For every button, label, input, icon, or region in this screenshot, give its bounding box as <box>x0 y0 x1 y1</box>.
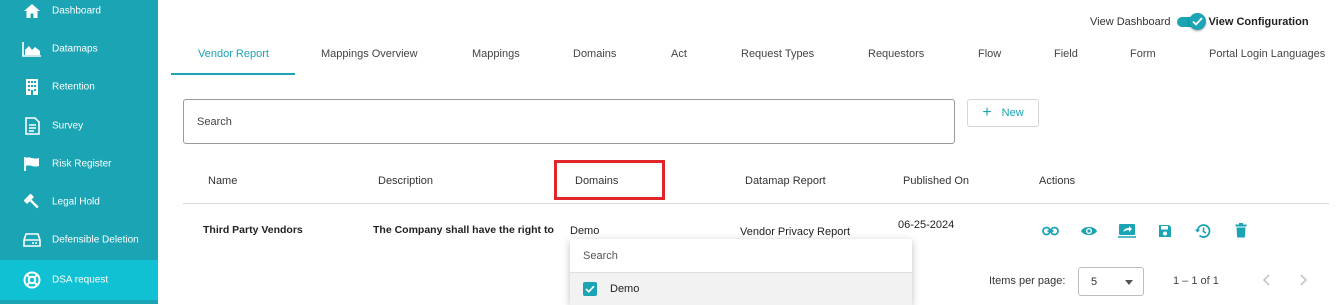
tab-mappings-overview[interactable]: Mappings Overview <box>321 48 418 60</box>
document-icon <box>22 117 42 135</box>
link-icon[interactable] <box>1041 221 1060 240</box>
eye-icon[interactable] <box>1079 221 1098 240</box>
column-header-actions: Actions <box>1039 175 1076 187</box>
domains-dropdown: Demo <box>570 239 912 305</box>
tab-act[interactable]: Act <box>671 48 687 60</box>
sidebar-item-survey[interactable]: Survey <box>0 107 158 145</box>
view-dashboard-label: View Dashboard <box>1090 16 1171 28</box>
check-icon <box>1188 13 1206 30</box>
caret-down-icon <box>1125 280 1133 285</box>
dropdown-search <box>570 239 912 273</box>
sidebar: Dashboard Datamaps Retention Survey Risk… <box>0 0 158 304</box>
sidebar-item-label: Retention <box>52 81 95 93</box>
search-input[interactable] <box>184 100 954 143</box>
sidebar-item-retention[interactable]: Retention <box>0 68 158 106</box>
drive-icon <box>22 231 42 249</box>
search-field <box>183 99 955 144</box>
column-header-datamap-report[interactable]: Datamap Report <box>745 175 826 187</box>
tab-request-types[interactable]: Request Types <box>741 48 814 60</box>
checkbox-checked-icon[interactable] <box>583 282 597 296</box>
view-configuration-label: View Configuration <box>1208 16 1309 28</box>
home-icon <box>22 2 42 20</box>
save-icon[interactable] <box>1155 221 1174 240</box>
building-icon <box>22 78 42 96</box>
tab-portal-login-languages[interactable]: Portal Login Languages <box>1209 48 1325 60</box>
sidebar-item-defensible-deletion[interactable]: Defensible Deletion <box>0 221 158 259</box>
gavel-icon <box>22 193 42 211</box>
sidebar-item-label: Datamaps <box>52 43 98 55</box>
share-screen-icon[interactable] <box>1117 221 1136 240</box>
cell-datamap-report: Vendor Privacy Report <box>740 226 851 238</box>
sidebar-item-datamaps[interactable]: Datamaps <box>0 30 158 68</box>
new-button[interactable]: + New <box>967 99 1039 127</box>
area-chart-icon <box>22 40 42 58</box>
tab-vendor-report[interactable]: Vendor Report <box>198 48 269 60</box>
sidebar-item-label: Defensible Deletion <box>52 234 139 246</box>
domains-header-highlight <box>554 160 665 200</box>
sidebar-item-label: DSA request <box>52 274 109 286</box>
tab-mappings[interactable]: Mappings <box>472 48 520 60</box>
sidebar-item-label: Survey <box>52 120 84 132</box>
tab-field[interactable]: Field <box>1054 48 1078 60</box>
cell-domains[interactable]: Demo <box>570 225 599 237</box>
column-header-published-on[interactable]: Published On <box>903 175 969 187</box>
sidebar-item-legal-hold[interactable]: Legal Hold <box>0 183 158 221</box>
cell-description: The Company shall have the right to <box>373 224 554 236</box>
chevron-right-icon[interactable] <box>1297 272 1311 288</box>
tab-flow[interactable]: Flow <box>978 48 1001 60</box>
view-toggle: View Dashboard View Configuration <box>1090 13 1309 30</box>
plus-icon: + <box>982 104 992 121</box>
sidebar-item-label: Dashboard <box>52 5 101 17</box>
sidebar-item-label: Legal Hold <box>52 196 100 208</box>
sidebar-item-label: Risk Register <box>52 158 112 170</box>
header-divider <box>183 203 1329 204</box>
active-tab-indicator <box>171 73 295 75</box>
new-button-label: New <box>1001 107 1024 119</box>
view-mode-switch[interactable] <box>1175 13 1207 30</box>
delete-icon[interactable] <box>1231 221 1250 240</box>
dropdown-search-input[interactable] <box>570 239 912 272</box>
dropdown-option[interactable]: Demo <box>570 273 912 305</box>
chevron-left-icon[interactable] <box>1259 272 1273 288</box>
tab-form[interactable]: Form <box>1130 48 1156 60</box>
items-per-page-label: Items per page: <box>989 275 1066 287</box>
row-actions <box>1041 221 1269 240</box>
pagination-range: 1 – 1 of 1 <box>1173 275 1219 287</box>
lifebuoy-icon <box>22 271 42 289</box>
column-header-name[interactable]: Name <box>208 175 237 187</box>
history-icon[interactable] <box>1193 221 1212 240</box>
tab-domains[interactable]: Domains <box>573 48 616 60</box>
sidebar-item-risk-register[interactable]: Risk Register <box>0 145 158 183</box>
sidebar-item-dsa-request[interactable]: DSA request <box>0 260 158 300</box>
flag-icon <box>22 155 42 173</box>
column-header-description[interactable]: Description <box>378 175 433 187</box>
tab-requestors[interactable]: Requestors <box>868 48 924 60</box>
dropdown-option-label: Demo <box>610 283 640 295</box>
cell-name: Third Party Vendors <box>203 224 303 236</box>
items-per-page-select[interactable]: 5 <box>1078 267 1144 296</box>
sidebar-item-dashboard[interactable]: Dashboard <box>0 0 158 30</box>
items-per-page-value: 5 <box>1091 276 1098 288</box>
cell-published-on: 06-25-2024 <box>898 219 955 231</box>
